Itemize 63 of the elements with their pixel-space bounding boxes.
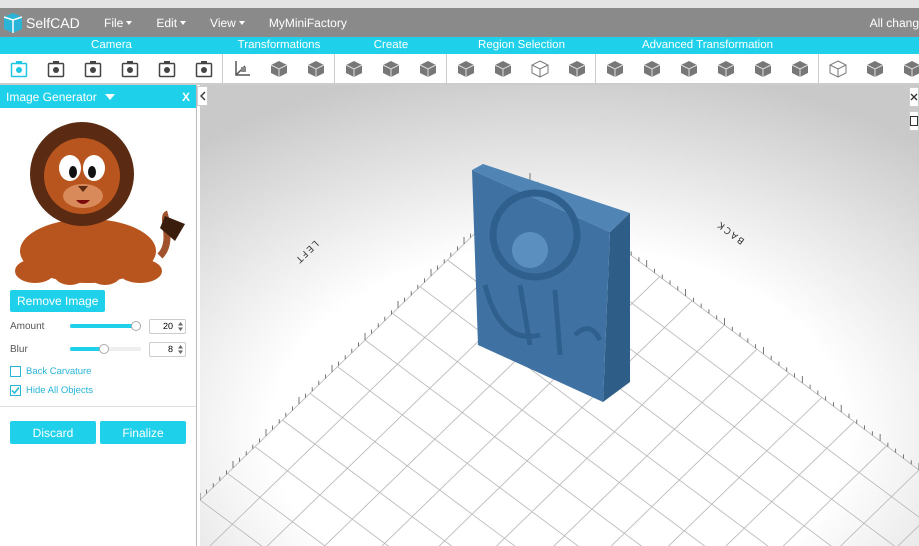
toolbar-section-header: Transformations	[223, 37, 335, 54]
cube-icon	[606, 60, 624, 78]
cube-icon	[456, 60, 474, 78]
cube-icon	[418, 60, 436, 78]
cube-icon	[716, 60, 734, 78]
number-input[interactable]: 8	[149, 342, 186, 356]
toolbar-section-header: Create	[335, 37, 447, 54]
checkbox-label[interactable]: Hide All Objects	[26, 385, 94, 396]
panel-icon	[910, 116, 918, 126]
side-panel-button[interactable]	[909, 111, 919, 131]
remove-image-button[interactable]: Remove Image	[10, 290, 106, 312]
wireframe-cube-icon	[828, 60, 846, 78]
camera-tool-icon	[46, 60, 64, 78]
cube-icon	[866, 60, 884, 78]
cube-icon	[270, 60, 288, 78]
action-button[interactable]: Discard	[10, 421, 96, 444]
camera-tool-icon	[10, 60, 28, 78]
menu-item[interactable]: MyMiniFactory	[256, 16, 359, 30]
caret-icon	[126, 20, 132, 24]
chevron-left-icon	[200, 91, 206, 101]
camera-tool-icon	[84, 60, 102, 78]
panel-title: Image Generator	[6, 90, 97, 104]
collapse-button[interactable]	[197, 86, 208, 106]
logo-icon	[2, 12, 24, 34]
cube-icon	[494, 60, 512, 78]
camera-tool-icon	[158, 60, 176, 78]
checkbox[interactable]	[10, 366, 21, 377]
slider-thumb[interactable]	[99, 344, 110, 354]
cube-icon	[790, 60, 808, 78]
app-logo-text: SelfCAD	[26, 14, 80, 30]
cube-icon	[902, 60, 919, 78]
camera-tool-icon	[120, 60, 138, 78]
menu-item[interactable]: View	[198, 16, 257, 30]
toolbar-section-header: Advanced Transformation	[596, 37, 819, 54]
caret-icon	[238, 20, 245, 24]
cube-icon	[642, 60, 660, 78]
cube-icon	[680, 60, 698, 78]
action-button[interactable]: Finalize	[100, 421, 186, 444]
close-icon	[910, 93, 918, 101]
menu-item[interactable]: Edit	[144, 16, 198, 30]
axes-icon	[232, 60, 250, 78]
cube-icon	[382, 60, 400, 78]
cube-icon	[754, 60, 772, 78]
close-button[interactable]	[909, 87, 919, 107]
status-text: All chang	[870, 16, 919, 30]
toolbar-section-header: Camera	[0, 37, 223, 54]
slider-label: Amount	[10, 320, 46, 332]
slider-thumb[interactable]	[131, 321, 142, 331]
wireframe-cube-icon	[530, 60, 548, 78]
checkbox[interactable]	[10, 385, 21, 396]
toolbar-section-header: Region Selection	[447, 37, 596, 54]
cube-icon	[344, 60, 362, 78]
cube-icon	[568, 60, 586, 78]
menu-item[interactable]: File	[92, 16, 144, 30]
slider-label: Blur	[10, 344, 29, 354]
camera-tool-icon	[194, 60, 212, 78]
caret-icon	[180, 20, 186, 24]
close-button[interactable]: X	[182, 90, 190, 104]
checkbox-label[interactable]: Back Carvature	[26, 366, 92, 377]
cube-icon	[306, 60, 324, 78]
spinner-icon	[178, 322, 183, 330]
number-input[interactable]: 20	[149, 318, 186, 334]
spinner-icon	[178, 344, 183, 354]
